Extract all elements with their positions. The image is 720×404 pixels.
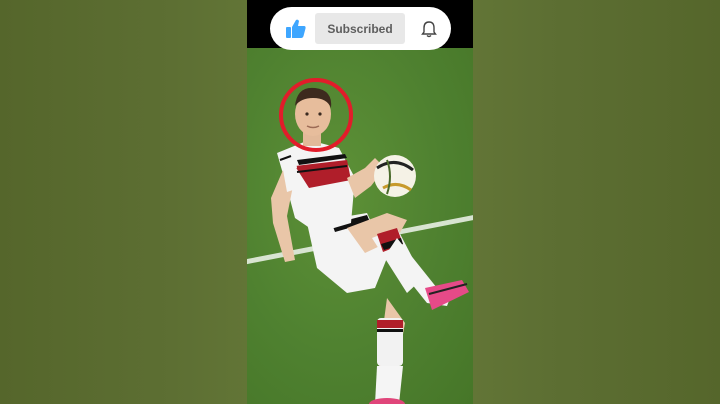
subscribe-overlay: Subscribed xyxy=(270,7,451,50)
thumbs-up-icon[interactable] xyxy=(284,17,308,41)
blurred-side-right xyxy=(473,0,720,404)
highlight-circle xyxy=(279,78,353,152)
blurred-side-left xyxy=(0,0,247,404)
video-frame[interactable]: Subscribed xyxy=(247,0,473,404)
subscribed-button[interactable]: Subscribed xyxy=(315,13,405,44)
bell-icon[interactable] xyxy=(419,19,439,39)
